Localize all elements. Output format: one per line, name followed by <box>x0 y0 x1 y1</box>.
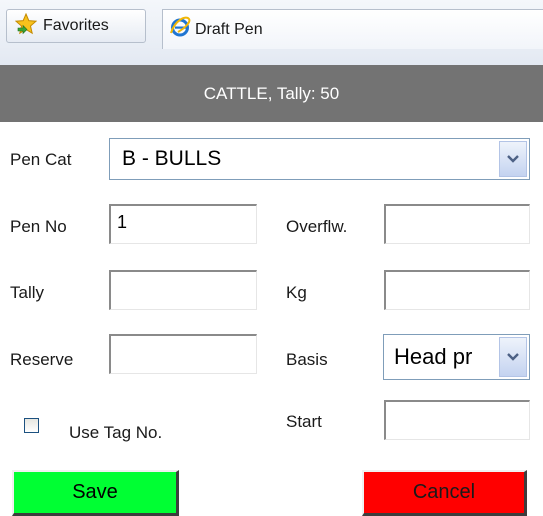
save-button[interactable]: Save <box>12 470 179 516</box>
basis-value: Head pr <box>394 344 473 369</box>
reserve-label: Reserve <box>10 350 74 369</box>
tally-input[interactable] <box>109 270 257 310</box>
overflow-label: Overflw. <box>286 217 348 236</box>
chevron-down-icon[interactable] <box>499 337 527 377</box>
basis-label: Basis <box>286 350 328 369</box>
ie-icon <box>169 16 191 43</box>
chevron-down-icon[interactable] <box>499 141 527 177</box>
browser-tab[interactable]: Draft Pen <box>162 9 543 49</box>
pen-cat-value: B - BULLS <box>122 147 222 170</box>
kg-input[interactable] <box>384 270 530 310</box>
basis-select[interactable]: Head pr <box>383 334 530 380</box>
browser-toolbar: Favorites Draft Pen <box>0 0 543 65</box>
pen-no-label: Pen No <box>10 217 67 236</box>
cancel-button[interactable]: Cancel <box>362 470 527 516</box>
pen-no-input[interactable]: 1 <box>109 204 257 244</box>
tally-label: Tally <box>10 283 45 302</box>
kg-label: Kg <box>286 283 307 302</box>
start-label: Start <box>286 412 322 431</box>
overflow-input[interactable] <box>384 204 530 244</box>
favorites-button[interactable]: Favorites <box>6 9 146 43</box>
reserve-input[interactable] <box>109 334 257 374</box>
start-input[interactable] <box>384 400 530 440</box>
tab-title: Draft Pen <box>195 20 263 38</box>
header-title: CATTLE, Tally: 50 <box>203 83 340 103</box>
page-header: CATTLE, Tally: 50 <box>0 65 543 122</box>
pen-cat-label: Pen Cat <box>10 150 72 169</box>
favorites-label: Favorites <box>43 17 109 34</box>
use-tag-checkbox[interactable] <box>24 418 39 433</box>
use-tag-label: Use Tag No. <box>69 423 163 442</box>
pen-cat-select[interactable]: B - BULLS <box>109 138 530 180</box>
star-icon <box>14 12 38 40</box>
